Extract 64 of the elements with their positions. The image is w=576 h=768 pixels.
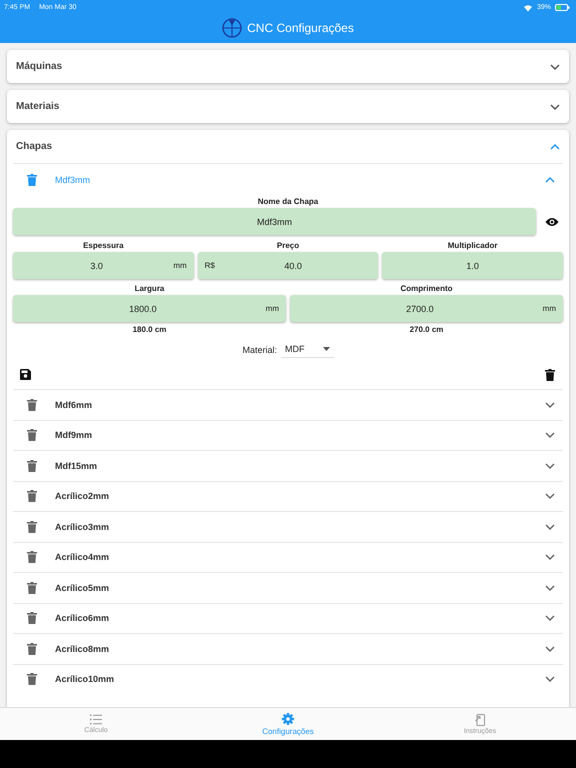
length-cm-text: 270.0 cm — [408, 325, 444, 334]
field-label: Multiplicador — [446, 240, 499, 252]
sheet-name: Acrílico6mm — [55, 613, 110, 624]
sheet-header[interactable]: Mdf9mm — [13, 420, 563, 450]
chevron-up-icon — [545, 176, 555, 182]
chevron-down-icon — [545, 554, 555, 560]
section-header[interactable]: Chapas — [7, 130, 569, 163]
sheet-name: Acrílico5mm — [55, 582, 110, 593]
sheet-name: Acrílico2mm — [55, 491, 110, 502]
chevron-down-icon — [545, 432, 555, 438]
sheet-header[interactable]: Acrílico8mm — [13, 634, 563, 664]
sheet-header[interactable]: Mdf15mm — [13, 451, 563, 480]
sheet-header[interactable]: Acrílico6mm — [13, 604, 563, 633]
price-field[interactable]: R$ 40.0 — [198, 252, 378, 279]
width-field[interactable]: 1800.0 mm — [13, 295, 286, 322]
length-field[interactable]: 2700.0 mm — [290, 295, 563, 322]
sheet-header[interactable]: Acrílico2mm — [13, 482, 563, 511]
wifi-icon — [522, 4, 533, 12]
gear-icon — [282, 712, 294, 724]
sheet-name: Mdf15mm — [55, 460, 98, 471]
sheet-header[interactable]: Acrílico3mm — [13, 512, 563, 542]
chevron-down-icon — [545, 402, 555, 408]
dropdown-arrow-icon — [322, 347, 330, 351]
sheet-name: Acrílico4mm — [55, 552, 110, 562]
chevron-down-icon — [545, 462, 555, 469]
save-icon[interactable] — [20, 369, 31, 380]
sheet-name: Mdf6mm — [55, 400, 94, 410]
chevron-up-icon — [550, 144, 560, 150]
sheet-header[interactable]: Mdf6mm — [13, 390, 563, 420]
chevron-down-icon — [545, 493, 555, 500]
width-cm-text: 180.0 cm — [132, 325, 168, 334]
sheet-name: Acrílico8mm — [55, 644, 110, 654]
chevron-down-icon — [550, 64, 560, 70]
section-header[interactable]: Materiais — [7, 90, 569, 123]
section-header[interactable]: Máquinas — [7, 50, 569, 83]
field-label: Nome da Chapa — [256, 196, 320, 208]
crosshair-logo-icon — [222, 18, 242, 38]
chevron-down-icon — [550, 104, 560, 110]
field-label: Largura — [134, 283, 166, 295]
name-field[interactable]: Mdf3mm — [13, 208, 536, 235]
sheet-header[interactable]: Acrílico10mm — [13, 664, 563, 694]
field-label: Preço — [276, 240, 300, 252]
chevron-down-icon — [545, 584, 555, 591]
sheet-name: Acrílico3mm — [55, 522, 110, 532]
field-label: Espessura — [82, 240, 125, 252]
trash-icon[interactable] — [545, 369, 555, 381]
sheet-name: Acrílico10mm — [55, 674, 116, 684]
thickness-field[interactable]: 3.0 mm — [13, 252, 194, 279]
multiplier-field[interactable]: 1.0 — [382, 252, 563, 279]
chevron-down-icon — [545, 615, 555, 622]
material-label: Material: — [242, 345, 277, 355]
material-dropdown[interactable]: MDF — [281, 342, 334, 358]
list-icon — [90, 714, 102, 725]
sheet-name: Mdf9mm — [55, 430, 94, 440]
chevron-down-icon — [545, 676, 555, 682]
sheet-name: Mdf3mm — [55, 174, 92, 184]
field-label: Comprimento — [400, 283, 454, 295]
sheet-header[interactable]: Acrílico5mm — [13, 573, 563, 602]
chevron-down-icon — [545, 646, 555, 652]
sheet-header[interactable]: Acrílico4mm — [13, 542, 563, 572]
battery-icon — [555, 4, 570, 11]
app-title: CNC Configurações — [247, 21, 354, 35]
eye-icon[interactable] — [545, 216, 559, 226]
chevron-down-icon — [545, 524, 555, 530]
